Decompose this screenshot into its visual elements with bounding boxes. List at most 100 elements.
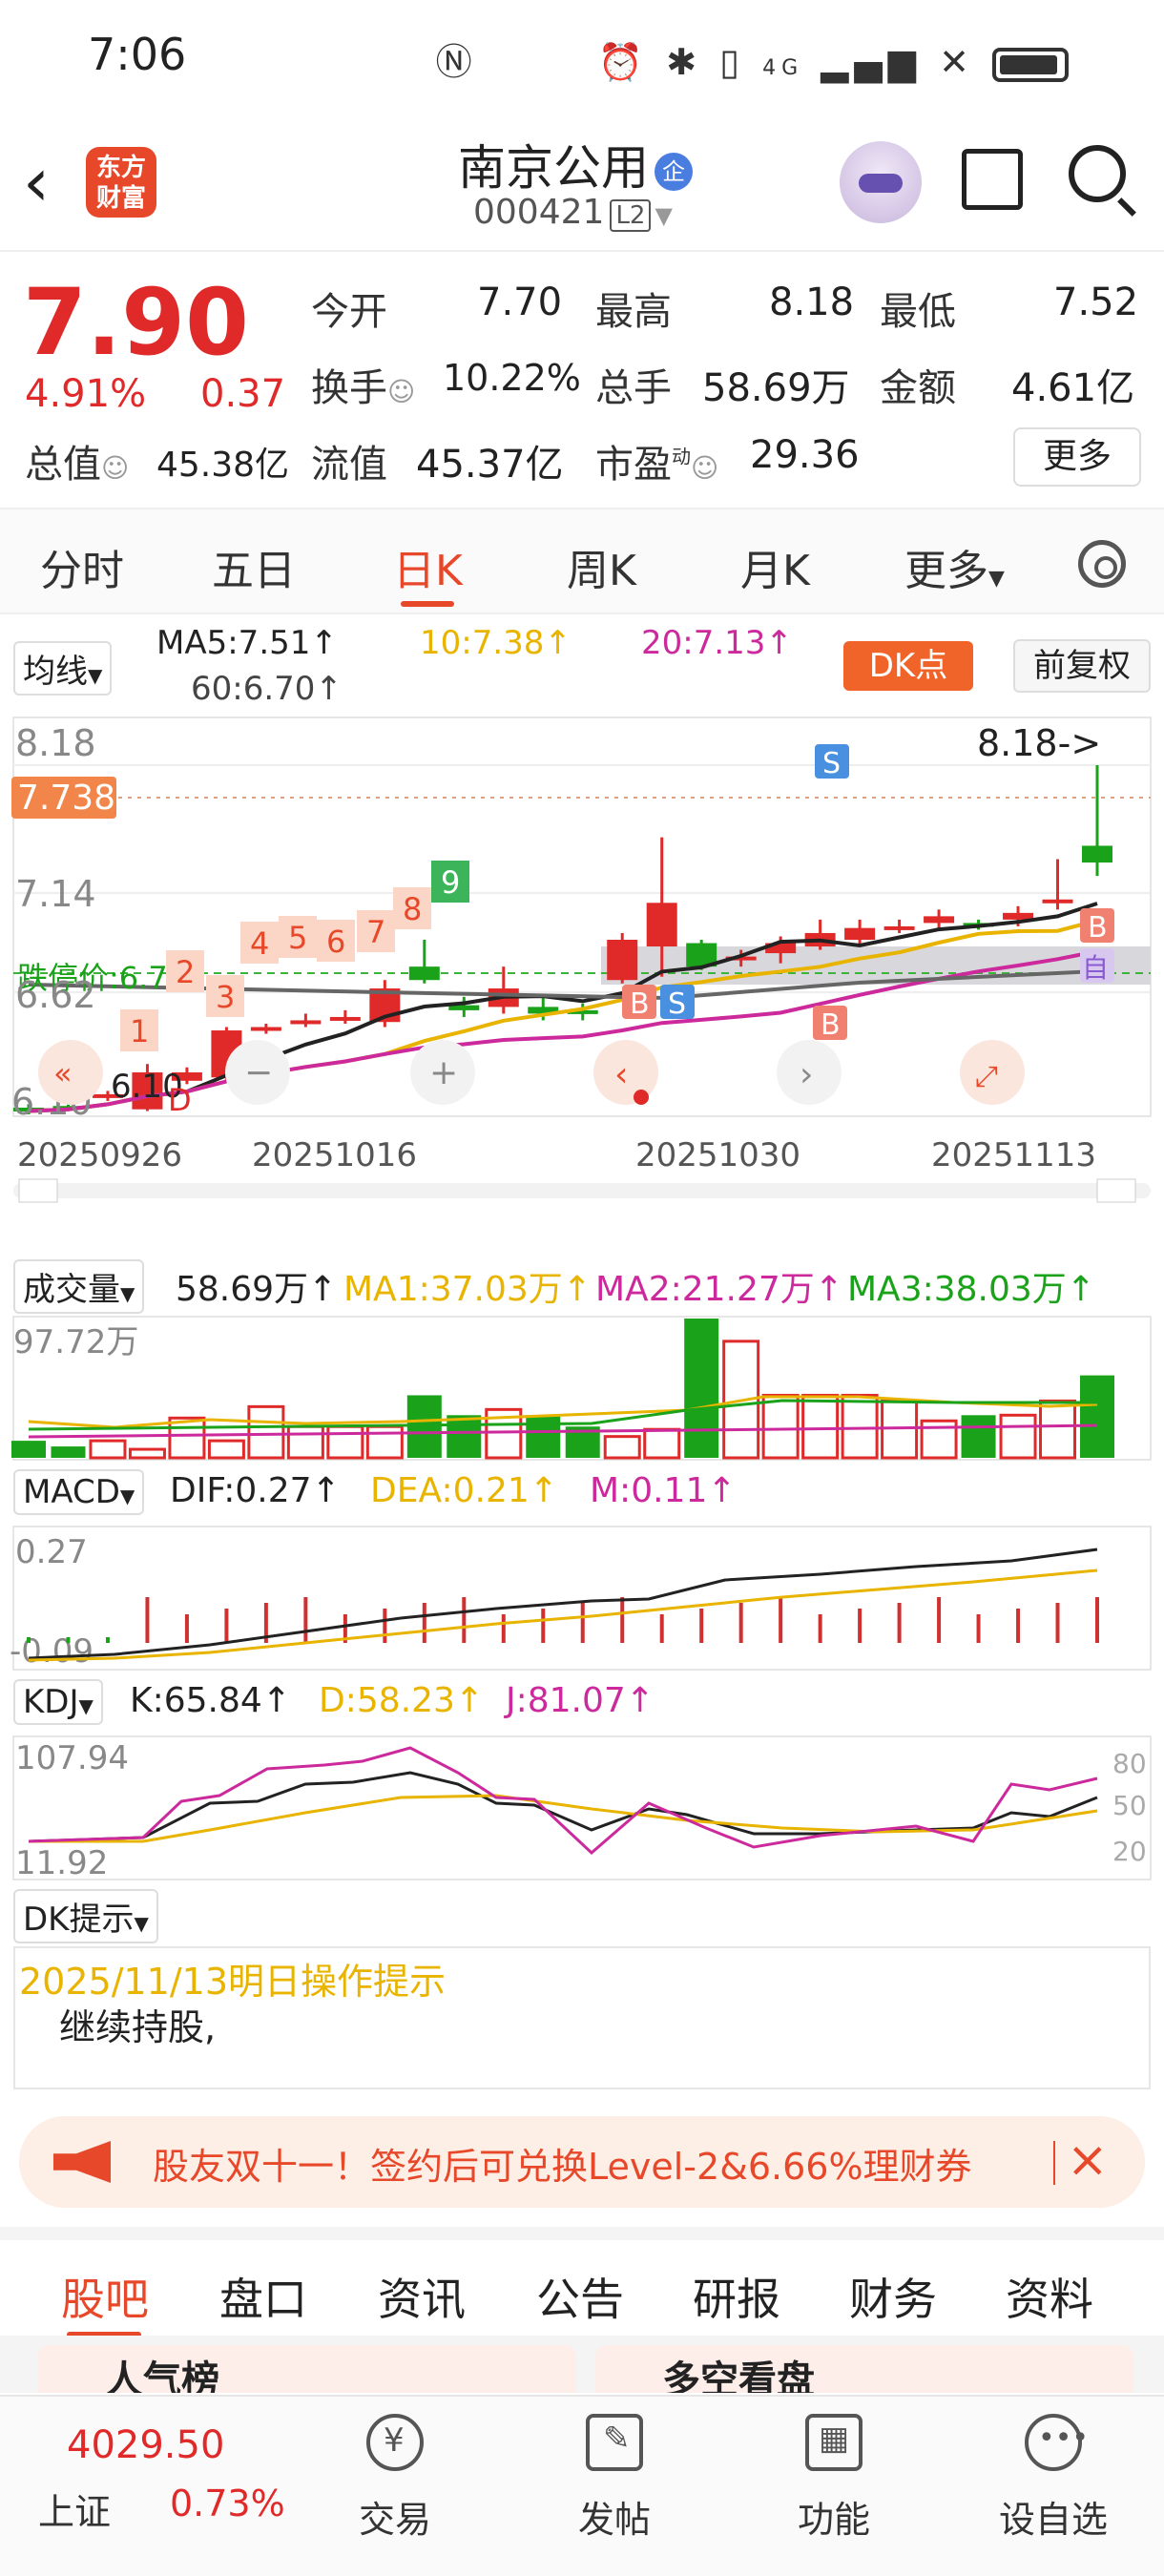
tab-guba[interactable]: 股吧: [61, 2265, 149, 2328]
popularity-card-title: 人气榜: [105, 2358, 219, 2393]
kdj-chart[interactable]: 107.94 11.92 80 50 20: [0, 1735, 1164, 1881]
nav-trade[interactable]: ¥ 交易: [328, 2414, 462, 2543]
level-badge: L2: [610, 199, 652, 232]
volume-select-label: 成交量: [23, 1271, 120, 1309]
stock-name-text: 南京公用: [458, 140, 649, 196]
volume-label: 总手: [595, 366, 672, 410]
high-label: 最高: [595, 290, 672, 334]
date-label-1: 20250926: [17, 1136, 182, 1174]
pe-label-text: 市盈: [595, 443, 672, 487]
left-glyph: ‹: [614, 1055, 628, 1094]
tab-more-periods[interactable]: 更多▼: [904, 536, 1005, 597]
nav-post-label: 发帖: [577, 2499, 651, 2541]
candle-body: [408, 966, 440, 981]
date-label-2: 20251016: [252, 1136, 417, 1174]
bottom-nav: 4029.50 上证 0.73% ¥ 交易 ✎ 发帖 ▦ 功能 ••• 设自选: [0, 2395, 1164, 2576]
tab-pankou[interactable]: 盘口: [219, 2265, 307, 2328]
nav-functions[interactable]: ▦ 功能: [767, 2414, 901, 2543]
volume-select[interactable]: 成交量▼: [13, 1259, 145, 1314]
more-button[interactable]: 更多: [1013, 427, 1141, 487]
low-value: 7.52: [1053, 280, 1139, 324]
tab-research[interactable]: 研报: [693, 2265, 780, 2328]
assistant-avatar-icon[interactable]: [840, 141, 922, 223]
chevron-down-icon: ▼: [120, 1282, 135, 1305]
candle-body: [290, 1020, 322, 1025]
tab-finance[interactable]: 财务: [849, 2265, 937, 2328]
indicator-select[interactable]: 均线▼: [13, 641, 113, 696]
pe-label[interactable]: 市盈动☺: [595, 433, 718, 488]
open-value: 7.70: [477, 280, 563, 324]
content-peek: 人气榜 多空看盘: [0, 2336, 1164, 2393]
mcap-value: 45.38亿: [156, 446, 290, 485]
float-value: 45.37亿: [416, 443, 564, 487]
volume-chart[interactable]: 97.72万: [0, 1315, 1164, 1462]
turnover-label-text: 换手: [311, 366, 387, 410]
macd-select[interactable]: MACD▼: [13, 1469, 145, 1515]
close-icon[interactable]: ×: [1067, 2131, 1109, 2189]
volume-bar: [168, 1416, 206, 1460]
tab-five-day[interactable]: 五日: [212, 536, 296, 597]
volume-bar: [11, 1441, 46, 1458]
promo-banner[interactable]: 股友双十一！签约后可兑换Level-2&6.66%理财券 ×: [19, 2116, 1145, 2208]
tab-monthly-k[interactable]: 月K: [740, 536, 810, 597]
tag-2: 2: [176, 954, 195, 990]
promo-divider: [1053, 2141, 1055, 2185]
mcap-label[interactable]: 总值☺: [25, 433, 129, 488]
volume-bar: [1039, 1399, 1077, 1460]
wifi-icon: ✕: [939, 41, 975, 83]
content-tabs: 股吧 盘口 资讯 公告 研报 财务 资料: [0, 2227, 1164, 2337]
stock-name: 南京公用企: [458, 130, 693, 198]
stock-code-text: 000421: [473, 193, 605, 232]
amount-label: 金额: [880, 366, 956, 410]
vibrate-icon: ▯: [719, 41, 746, 83]
nfc-icon: Ⓝ: [435, 41, 478, 83]
network-label: 4G: [762, 56, 804, 80]
app-logo[interactable]: 东方 财富: [86, 147, 156, 218]
tab-daily-k[interactable]: 日K: [393, 536, 463, 597]
kdj-k: K:65.84↑: [130, 1681, 291, 1720]
share-icon[interactable]: [962, 149, 1023, 210]
macd-axis-top: 0.27: [15, 1533, 88, 1571]
search-icon[interactable]: [1069, 145, 1126, 202]
kdj-right-20: 20: [1112, 1836, 1147, 1867]
dk-hint-select[interactable]: DK提示▼: [13, 1889, 158, 1943]
nav-add-watchlist[interactable]: ••• 设自选: [987, 2414, 1120, 2543]
current-price: 7.90: [23, 269, 249, 376]
ma-legend-row: 均线▼ MA5:7.51↑ 10:7.38↑ 20:7.13↑ 60:6.70↑…: [0, 620, 1164, 714]
bluetooth-icon: ✱: [666, 41, 703, 83]
mark-b1: B: [630, 987, 650, 1021]
stock-code[interactable]: 000421 L2 ▼: [473, 193, 673, 232]
dk-point-button[interactable]: DK点: [843, 641, 973, 691]
bull-bear-card[interactable]: 多空看盘: [595, 2345, 1133, 2393]
nav-post[interactable]: ✎ 发帖: [548, 2414, 681, 2543]
kdj-select[interactable]: KDJ▼: [13, 1679, 103, 1725]
back-icon[interactable]: ‹: [23, 143, 50, 221]
tab-profile[interactable]: 资料: [1006, 2265, 1093, 2328]
volume-bar: [841, 1393, 879, 1460]
macd-chart[interactable]: 0.27 -0.09: [0, 1525, 1164, 1672]
amount-value: 4.61亿: [1011, 366, 1135, 410]
kline-chart[interactable]: 8.18 7.738 7.14 跌停价:6.78 6.62 6.10 8.18-…: [0, 716, 1164, 1212]
mark-zi: 自: [1082, 952, 1109, 984]
expand-glyph: ⤢: [975, 1060, 998, 1093]
tab-weekly-k[interactable]: 周K: [567, 536, 636, 597]
tag-1: 1: [130, 1013, 149, 1049]
chevron-down-icon: ▼: [78, 1694, 94, 1717]
quote-panel: 7.90 4.91% 0.37 今开 7.70 最高 8.18 最低 7.52 …: [0, 250, 1164, 506]
info-icon: ☺: [387, 376, 416, 407]
turnover-label[interactable]: 换手☺: [311, 357, 415, 412]
tab-intraday[interactable]: 分时: [40, 536, 124, 597]
popularity-card[interactable]: 人气榜: [38, 2345, 576, 2393]
tab-news[interactable]: 资讯: [378, 2265, 466, 2328]
adjust-mode-button[interactable]: 前复权: [1013, 639, 1151, 693]
candle-body: [883, 925, 915, 930]
index-pct: 0.73%: [170, 2483, 285, 2524]
info-icon: ☺: [691, 452, 719, 484]
gear-icon[interactable]: [1078, 540, 1126, 588]
more-dots-icon: •••: [1025, 2414, 1089, 2471]
ma20-value: 20:7.13↑: [641, 624, 793, 662]
price-label-mid: 7.14: [15, 873, 96, 915]
period-tabs: 分时 五日 日K 周K 月K 更多▼: [0, 508, 1164, 614]
date-label-3: 20251030: [635, 1136, 800, 1174]
tab-announcements[interactable]: 公告: [536, 2265, 624, 2328]
